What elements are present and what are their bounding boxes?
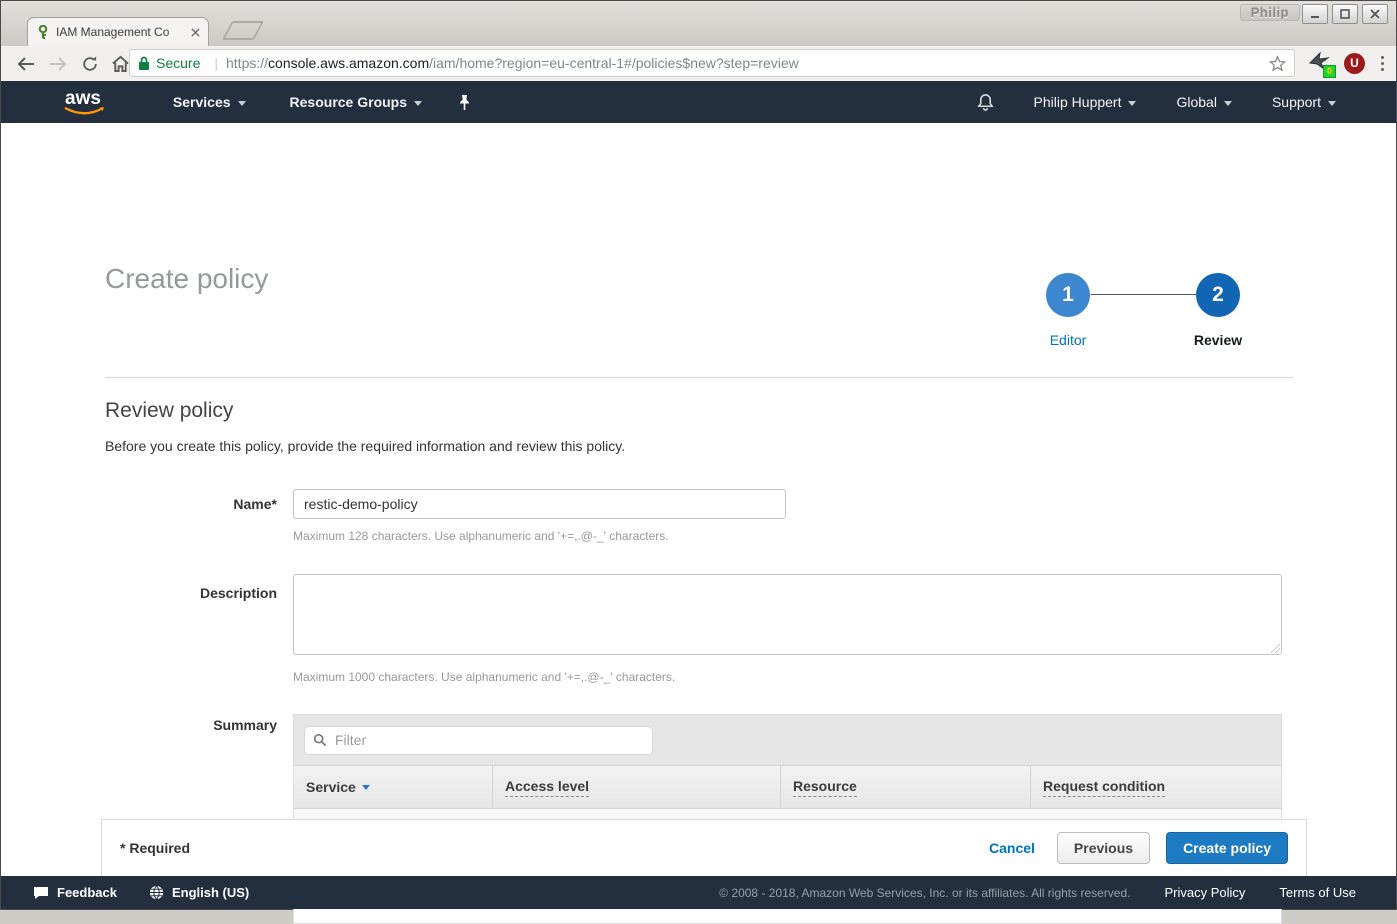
column-service[interactable]: Service <box>294 766 492 808</box>
divider <box>105 377 1294 378</box>
feedback-button[interactable]: Feedback <box>33 885 117 900</box>
copyright-text: © 2008 - 2018, Amazon Web Services, Inc.… <box>719 886 1130 900</box>
chevron-down-icon <box>1128 101 1136 106</box>
nav-support-label: Support <box>1272 94 1321 110</box>
filter-band <box>294 715 1281 766</box>
notifications-bell-icon[interactable] <box>977 93 994 111</box>
aws-logo[interactable]: aws <box>65 89 101 116</box>
nav-services[interactable]: Services <box>173 94 246 110</box>
back-button[interactable] <box>13 51 39 77</box>
search-icon <box>313 733 327 747</box>
feedback-label: Feedback <box>57 885 117 900</box>
section-description: Before you create this policy, provide t… <box>105 438 625 454</box>
globe-icon <box>149 885 164 900</box>
url-domain: console.aws.amazon.com <box>268 55 429 71</box>
column-request-condition[interactable]: Request condition <box>1030 766 1281 808</box>
extension-u-icon[interactable]: U <box>1344 53 1365 74</box>
nav-region-label: Global <box>1176 94 1216 110</box>
step-review-label: Review <box>1158 332 1278 348</box>
step-connector <box>1091 294 1196 295</box>
policy-name-input[interactable] <box>293 489 786 519</box>
column-access-level-label: Access level <box>505 778 589 797</box>
chevron-down-icon <box>238 101 246 106</box>
extension-bird-icon[interactable]: 0 <box>1308 51 1332 75</box>
reload-button[interactable] <box>77 51 103 77</box>
secure-lock-icon[interactable] <box>138 56 150 71</box>
url-scheme: https:// <box>226 55 268 71</box>
section-title: Review policy <box>105 399 233 423</box>
required-note: * Required <box>120 840 190 856</box>
filter-input[interactable] <box>333 731 644 749</box>
window-title: Philip <box>1240 4 1300 21</box>
policy-description-textarea[interactable] <box>293 574 1282 655</box>
step-editor-link[interactable]: Editor <box>1008 332 1128 348</box>
column-request-condition-label: Request condition <box>1043 778 1165 797</box>
nav-resource-groups-label: Resource Groups <box>290 94 407 110</box>
cancel-button[interactable]: Cancel <box>989 840 1035 856</box>
chevron-down-icon <box>414 101 422 106</box>
table-header: Service Access level Resource Request co… <box>294 766 1281 809</box>
address-bar[interactable]: Secure | https://console.aws.amazon.com/… <box>129 49 1295 77</box>
language-selector[interactable]: English (US) <box>149 885 249 900</box>
new-tab-button[interactable] <box>222 21 264 40</box>
nav-region-menu[interactable]: Global <box>1176 94 1231 110</box>
step-2-circle: 2 <box>1196 273 1240 317</box>
aws-footer: Feedback English (US) © 2008 - 2018, Ama… <box>1 876 1396 909</box>
description-label: Description <box>105 585 277 601</box>
sort-caret-icon <box>362 785 370 790</box>
language-label: English (US) <box>172 885 249 900</box>
name-label: Name* <box>105 496 277 512</box>
extension-badge: 0 <box>1323 65 1336 78</box>
action-bar: * Required Cancel Previous Create policy <box>101 819 1307 876</box>
secure-label[interactable]: Secure <box>156 55 200 71</box>
main-content: Create policy 1 2 Editor Review Review p… <box>1 123 1396 876</box>
url-text[interactable]: https://console.aws.amazon.com/iam/home?… <box>226 55 1269 71</box>
feedback-bubble-icon <box>33 886 49 900</box>
column-resource[interactable]: Resource <box>780 766 1030 808</box>
page-title: Create policy <box>105 263 268 295</box>
terms-of-use-link[interactable]: Terms of Use <box>1279 885 1356 900</box>
nav-resource-groups[interactable]: Resource Groups <box>290 94 422 110</box>
minimize-button[interactable] <box>1302 4 1328 24</box>
name-help-text: Maximum 128 characters. Use alphanumeric… <box>293 529 669 543</box>
title-bar: Philip IAM Management Co <box>1 1 1396 47</box>
chevron-down-icon <box>1328 101 1336 106</box>
browser-tab[interactable]: IAM Management Co <box>27 17 209 46</box>
column-resource-label: Resource <box>793 778 857 797</box>
bookmark-star-icon[interactable] <box>1269 55 1286 72</box>
summary-label: Summary <box>105 717 277 733</box>
url-separator: | <box>214 55 218 71</box>
nav-user-menu[interactable]: Philip Huppert <box>1034 94 1137 110</box>
chevron-down-icon <box>1224 101 1232 106</box>
description-help-text: Maximum 1000 characters. Use alphanumeri… <box>293 670 675 684</box>
url-path: /iam/home?region=eu-central-1#/policies$… <box>429 55 799 71</box>
close-window-button[interactable] <box>1362 4 1388 24</box>
nav-support-menu[interactable]: Support <box>1272 94 1336 110</box>
step-1-circle[interactable]: 1 <box>1046 273 1090 317</box>
aws-navbar: aws Services Resource Groups Philip Hupp… <box>1 81 1396 123</box>
column-service-label: Service <box>306 779 356 795</box>
textarea-resize-handle[interactable] <box>1271 644 1280 653</box>
iam-key-favicon-icon <box>36 25 50 39</box>
maximize-button[interactable] <box>1332 4 1358 24</box>
create-policy-button[interactable]: Create policy <box>1166 832 1288 864</box>
tab-title: IAM Management Co <box>56 25 185 39</box>
nav-user-label: Philip Huppert <box>1034 94 1122 110</box>
tab-close-icon[interactable] <box>191 28 200 37</box>
aws-smile-icon <box>63 106 105 118</box>
forward-button <box>45 51 71 77</box>
column-access-level[interactable]: Access level <box>492 766 780 808</box>
privacy-policy-link[interactable]: Privacy Policy <box>1165 885 1246 900</box>
pin-icon[interactable] <box>458 94 471 111</box>
previous-button[interactable]: Previous <box>1057 832 1150 864</box>
browser-window: Philip IAM Management Co <box>0 0 1397 910</box>
browser-menu-icon[interactable] <box>1377 56 1388 71</box>
filter-box[interactable] <box>304 726 653 755</box>
nav-services-label: Services <box>173 94 231 110</box>
